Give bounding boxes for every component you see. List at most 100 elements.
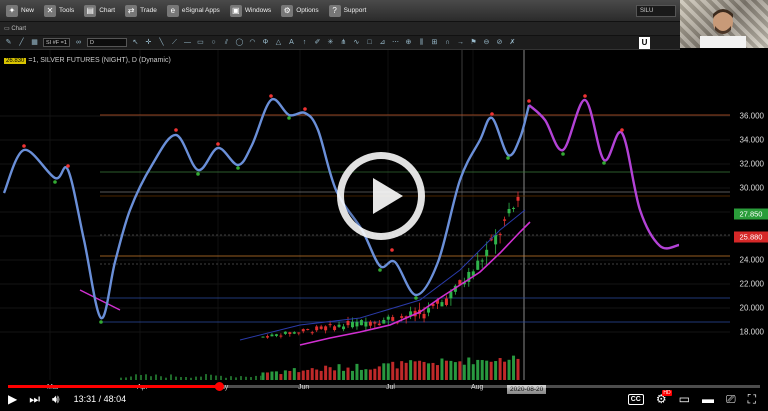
volume-bar <box>180 377 182 380</box>
price-tick-label: 34.000 <box>739 135 764 145</box>
candle-body <box>494 234 498 245</box>
menu-windows[interactable]: ▣ Windows <box>229 4 271 17</box>
menu-options[interactable]: ⚙ Options <box>281 4 319 17</box>
volume-bar <box>205 374 207 380</box>
interval-field[interactable]: D <box>86 38 127 47</box>
volume-bar <box>391 361 395 380</box>
candle-body <box>368 321 372 326</box>
magnet-icon[interactable]: ∩ <box>443 38 452 47</box>
zoom-icon[interactable]: ⊕ <box>404 38 413 47</box>
channel-icon[interactable]: ⫽ <box>222 38 231 47</box>
theater-mode-icon[interactable]: ▬ <box>702 391 714 407</box>
volume-bar <box>503 361 507 380</box>
horizontal-line-icon[interactable]: — <box>183 38 192 47</box>
menu-support[interactable]: ? Support <box>328 4 366 17</box>
ellipse-icon[interactable]: ○ <box>209 38 218 47</box>
u-button[interactable]: U <box>639 37 650 49</box>
miniplayer-icon[interactable]: ▭ <box>679 391 690 407</box>
menu-chart[interactable]: ▤ Chart <box>84 4 115 17</box>
dots-icon[interactable]: ⋯ <box>391 38 400 47</box>
gann-icon[interactable]: ✳ <box>326 38 335 47</box>
volume-bar <box>485 360 489 380</box>
cursor-icon[interactable]: ↖ <box>131 38 140 47</box>
trendline-icon[interactable]: ╲ <box>157 38 166 47</box>
candle-body <box>444 298 448 305</box>
price-tick-label: 22.000 <box>739 279 764 289</box>
menu-tools[interactable]: ✕ Tools <box>44 4 74 17</box>
volume-bar <box>494 361 498 380</box>
link-icon[interactable]: ∞ <box>74 38 83 47</box>
fullscreen-icon[interactable]: ⛶ <box>748 391 756 407</box>
chart-tab[interactable]: Chart <box>11 26 26 32</box>
bars-icon[interactable]: ⫼ <box>417 38 426 47</box>
swing-marker <box>287 116 291 120</box>
cycle-icon[interactable]: ∿ <box>352 38 361 47</box>
progress-bar[interactable] <box>8 382 760 391</box>
right-controls: CC ⚙ HD ▭ ▬ ⎚ ⛶ <box>627 390 756 407</box>
chart-window-icon: ▭ <box>4 26 12 32</box>
chart-tab-bar: ▭ Chart <box>0 22 680 36</box>
next-icon[interactable]: ⏭ <box>29 391 40 407</box>
swing-marker <box>390 248 394 252</box>
symbol-input[interactable]: SILU <box>636 5 676 17</box>
swing-marker <box>22 144 26 148</box>
line-tool-icon[interactable]: ╱ <box>17 38 26 47</box>
menu-bar: ✦ New ✕ Tools ▤ Chart ⇄ Trade e eSignal Apps … <box>0 0 680 22</box>
fibonacci-icon[interactable]: Φ <box>261 38 270 47</box>
cycle-forecast-line <box>2 97 531 320</box>
volume-bar <box>135 374 137 380</box>
grid-tool-icon[interactable]: ▦ <box>30 38 39 47</box>
triangle-icon[interactable]: △ <box>274 38 283 47</box>
price-badge: 27.850 <box>734 208 768 220</box>
volume-bar <box>377 366 381 380</box>
candle-body <box>391 317 395 321</box>
arrow-right-icon[interactable]: → <box>456 38 465 47</box>
candle-body <box>377 323 381 326</box>
volume-bar <box>215 375 217 380</box>
volume-bar <box>170 374 172 380</box>
delete-icon[interactable]: ✗ <box>508 38 517 47</box>
menu-trade[interactable]: ⇄ Trade <box>125 4 157 17</box>
cast-icon[interactable]: ⎚ <box>726 391 736 407</box>
volume-bar <box>255 375 257 380</box>
volume-bar <box>422 361 426 380</box>
captions-icon[interactable]: CC <box>627 393 644 405</box>
measure-icon[interactable]: ⊿ <box>378 38 387 47</box>
menu-esignal-apps[interactable]: e eSignal Apps <box>166 4 220 17</box>
arrow-up-icon[interactable]: ↑ <box>300 38 309 47</box>
volume-bar <box>333 370 337 380</box>
hd-badge: HD <box>662 390 672 396</box>
brush-icon[interactable]: ✐ <box>313 38 322 47</box>
volume-icon[interactable]: 🔊︎ <box>52 391 60 407</box>
swing-marker <box>216 142 220 146</box>
volume-bar <box>130 376 132 380</box>
candle-body <box>485 249 489 257</box>
lock-icon[interactable]: ⊖ <box>482 38 491 47</box>
circle-icon[interactable]: ◯ <box>235 38 244 47</box>
volume-bar <box>319 370 323 380</box>
crosshair-icon[interactable]: ✛ <box>144 38 153 47</box>
volume-bar <box>418 360 422 380</box>
swing-marker <box>490 112 494 116</box>
candle-body <box>440 302 444 307</box>
pitchfork-icon[interactable]: ⋔ <box>339 38 348 47</box>
pencil-icon[interactable]: ✎ <box>4 38 13 47</box>
play-overlay-button[interactable] <box>337 152 425 240</box>
text-tool-icon[interactable]: A <box>287 38 296 47</box>
candle-body <box>516 196 520 201</box>
volume-bar <box>185 377 187 380</box>
symbol-field[interactable]: SI #F =1 <box>43 38 70 47</box>
swing-marker <box>269 94 273 98</box>
grid-icon[interactable]: ⊞ <box>430 38 439 47</box>
settings-icon[interactable]: ⚙ HD <box>656 390 672 406</box>
volume-bar <box>413 361 417 380</box>
square-icon[interactable]: □ <box>365 38 374 47</box>
arc-icon[interactable]: ◠ <box>248 38 257 47</box>
hide-icon[interactable]: ⊘ <box>495 38 504 47</box>
play-button-icon[interactable]: ▶ <box>8 391 17 407</box>
menu-new[interactable]: ✦ New <box>6 4 34 17</box>
candle-body <box>346 320 350 326</box>
flag-icon[interactable]: ⚑ <box>469 38 478 47</box>
ray-icon[interactable]: ⟋ <box>170 38 179 47</box>
rectangle-icon[interactable]: ▭ <box>196 38 205 47</box>
